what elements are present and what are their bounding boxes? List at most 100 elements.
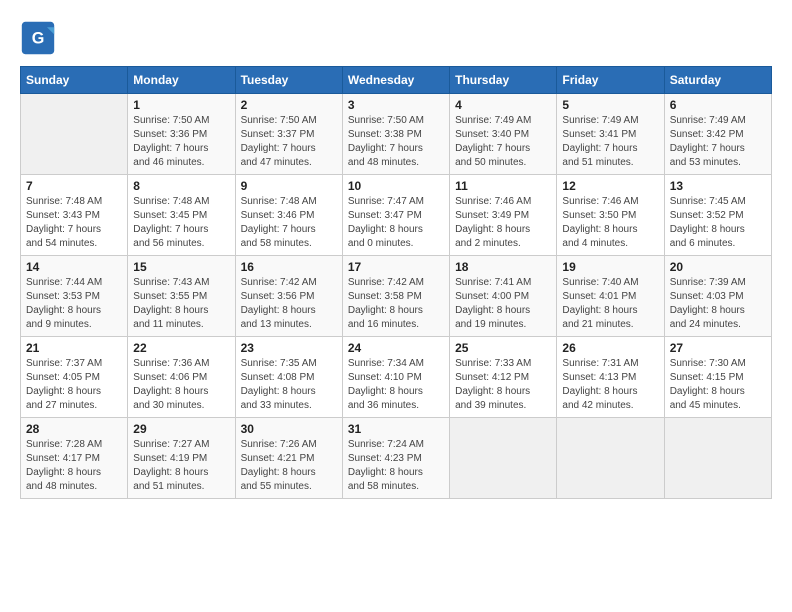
svg-text:G: G — [32, 29, 45, 47]
calendar-cell — [450, 418, 557, 499]
calendar-cell: 24 Sunrise: 7:34 AM Sunset: 4:10 PM Dayli… — [342, 337, 449, 418]
week-row-2: 7 Sunrise: 7:48 AM Sunset: 3:43 PM Daylig… — [21, 175, 772, 256]
header-cell-friday: Friday — [557, 67, 664, 94]
cell-content: Sunrise: 7:31 AM Sunset: 4:13 PM Dayligh… — [562, 357, 658, 413]
calendar-cell: 19Sunrise: 7:40 AM Sunset: 4:01 PM Dayli… — [557, 256, 664, 337]
cell-content: Sunrise: 7:34 AM Sunset: 4:10 PM Dayligh… — [348, 357, 444, 413]
day-number: 30 — [241, 422, 337, 436]
calendar-cell: 18 Sunrise: 7:41 AM Sunset: 4:00 PM Dayli… — [450, 256, 557, 337]
calendar-cell: 31 Sunrise: 7:24 AM Sunset: 4:23 PM Dayli… — [342, 418, 449, 499]
calendar-cell: 11 Sunrise: 7:46 AM Sunset: 3:49 PM Dayli… — [450, 175, 557, 256]
cell-content: Sunrise: 7:41 AM Sunset: 4:00 PM Dayligh… — [455, 276, 551, 332]
calendar-cell — [21, 94, 128, 175]
header-row: SundayMondayTuesdayWednesdayThursdayFrid… — [21, 67, 772, 94]
day-number: 8 — [133, 179, 229, 193]
cell-content: Sunrise: 7:43 AM Sunset: 3:55 PM Dayligh… — [133, 276, 229, 332]
header-cell-sunday: Sunday — [21, 67, 128, 94]
day-number: 27 — [670, 341, 766, 355]
day-number: 22 — [133, 341, 229, 355]
calendar-cell: 10Sunrise: 7:47 AM Sunset: 3:47 PM Dayli… — [342, 175, 449, 256]
calendar-cell: 9 Sunrise: 7:48 AM Sunset: 3:46 PM Daylig… — [235, 175, 342, 256]
cell-content: Sunrise: 7:44 AM Sunset: 3:53 PM Dayligh… — [26, 276, 122, 332]
day-number: 6 — [670, 98, 766, 112]
day-number: 18 — [455, 260, 551, 274]
calendar-cell: 21Sunrise: 7:37 AM Sunset: 4:05 PM Dayli… — [21, 337, 128, 418]
cell-content: Sunrise: 7:42 AM Sunset: 3:58 PM Dayligh… — [348, 276, 444, 332]
calendar-cell — [557, 418, 664, 499]
cell-content: Sunrise: 7:45 AM Sunset: 3:52 PM Dayligh… — [670, 195, 766, 251]
calendar-cell: 5 Sunrise: 7:49 AM Sunset: 3:41 PM Daylig… — [557, 94, 664, 175]
day-number: 4 — [455, 98, 551, 112]
cell-content: Sunrise: 7:48 AM Sunset: 3:45 PM Dayligh… — [133, 195, 229, 251]
cell-content: Sunrise: 7:30 AM Sunset: 4:15 PM Dayligh… — [670, 357, 766, 413]
cell-content: Sunrise: 7:46 AM Sunset: 3:49 PM Dayligh… — [455, 195, 551, 251]
calendar-cell: 6 Sunrise: 7:49 AM Sunset: 3:42 PM Daylig… — [664, 94, 771, 175]
day-number: 25 — [455, 341, 551, 355]
day-number: 10 — [348, 179, 444, 193]
cell-content: Sunrise: 7:49 AM Sunset: 3:40 PM Dayligh… — [455, 114, 551, 170]
day-number: 3 — [348, 98, 444, 112]
calendar-cell: 27 Sunrise: 7:30 AM Sunset: 4:15 PM Dayli… — [664, 337, 771, 418]
calendar-cell: 2 Sunrise: 7:50 AM Sunset: 3:37 PM Daylig… — [235, 94, 342, 175]
logo-icon: G — [20, 20, 56, 56]
day-number: 16 — [241, 260, 337, 274]
week-row-3: 14 Sunrise: 7:44 AM Sunset: 3:53 PM Dayli… — [21, 256, 772, 337]
week-row-5: 28 Sunrise: 7:28 AM Sunset: 4:17 PM Dayli… — [21, 418, 772, 499]
calendar-cell: 30 Sunrise: 7:26 AM Sunset: 4:21 PM Dayli… — [235, 418, 342, 499]
cell-content: Sunrise: 7:27 AM Sunset: 4:19 PM Dayligh… — [133, 438, 229, 494]
day-number: 26 — [562, 341, 658, 355]
calendar-cell: 14 Sunrise: 7:44 AM Sunset: 3:53 PM Dayli… — [21, 256, 128, 337]
header-cell-tuesday: Tuesday — [235, 67, 342, 94]
cell-content: Sunrise: 7:49 AM Sunset: 3:41 PM Dayligh… — [562, 114, 658, 170]
week-row-1: 1 Sunrise: 7:50 AM Sunset: 3:36 PM Daylig… — [21, 94, 772, 175]
cell-content: Sunrise: 7:36 AM Sunset: 4:06 PM Dayligh… — [133, 357, 229, 413]
calendar-cell: 23Sunrise: 7:35 AM Sunset: 4:08 PM Dayli… — [235, 337, 342, 418]
calendar-header: SundayMondayTuesdayWednesdayThursdayFrid… — [21, 67, 772, 94]
header-cell-monday: Monday — [128, 67, 235, 94]
calendar-cell: 26 Sunrise: 7:31 AM Sunset: 4:13 PM Dayli… — [557, 337, 664, 418]
cell-content: Sunrise: 7:50 AM Sunset: 3:37 PM Dayligh… — [241, 114, 337, 170]
day-number: 11 — [455, 179, 551, 193]
day-number: 2 — [241, 98, 337, 112]
day-number: 14 — [26, 260, 122, 274]
day-number: 1 — [133, 98, 229, 112]
calendar-cell: 1 Sunrise: 7:50 AM Sunset: 3:36 PM Daylig… — [128, 94, 235, 175]
calendar-cell: 13 Sunrise: 7:45 AM Sunset: 3:52 PM Dayli… — [664, 175, 771, 256]
day-number: 31 — [348, 422, 444, 436]
day-number: 5 — [562, 98, 658, 112]
cell-content: Sunrise: 7:49 AM Sunset: 3:42 PM Dayligh… — [670, 114, 766, 170]
calendar-cell: 17 Sunrise: 7:42 AM Sunset: 3:58 PM Dayli… — [342, 256, 449, 337]
cell-content: Sunrise: 7:37 AM Sunset: 4:05 PM Dayligh… — [26, 357, 122, 413]
cell-content: Sunrise: 7:48 AM Sunset: 3:46 PM Dayligh… — [241, 195, 337, 251]
day-number: 24 — [348, 341, 444, 355]
cell-content: Sunrise: 7:26 AM Sunset: 4:21 PM Dayligh… — [241, 438, 337, 494]
header-cell-wednesday: Wednesday — [342, 67, 449, 94]
cell-content: Sunrise: 7:48 AM Sunset: 3:43 PM Dayligh… — [26, 195, 122, 251]
calendar-cell: 22 Sunrise: 7:36 AM Sunset: 4:06 PM Dayli… — [128, 337, 235, 418]
cell-content: Sunrise: 7:46 AM Sunset: 3:50 PM Dayligh… — [562, 195, 658, 251]
day-number: 15 — [133, 260, 229, 274]
calendar-cell: 12Sunrise: 7:46 AM Sunset: 3:50 PM Dayli… — [557, 175, 664, 256]
cell-content: Sunrise: 7:24 AM Sunset: 4:23 PM Dayligh… — [348, 438, 444, 494]
day-number: 23 — [241, 341, 337, 355]
calendar-cell: 3Sunrise: 7:50 AM Sunset: 3:38 PM Daylig… — [342, 94, 449, 175]
cell-content: Sunrise: 7:39 AM Sunset: 4:03 PM Dayligh… — [670, 276, 766, 332]
calendar-cell: 25Sunrise: 7:33 AM Sunset: 4:12 PM Dayli… — [450, 337, 557, 418]
calendar-cell: 16Sunrise: 7:42 AM Sunset: 3:56 PM Dayli… — [235, 256, 342, 337]
day-number: 7 — [26, 179, 122, 193]
calendar-cell: 29Sunrise: 7:27 AM Sunset: 4:19 PM Dayli… — [128, 418, 235, 499]
cell-content: Sunrise: 7:28 AM Sunset: 4:17 PM Dayligh… — [26, 438, 122, 494]
day-number: 13 — [670, 179, 766, 193]
cell-content: Sunrise: 7:50 AM Sunset: 3:36 PM Dayligh… — [133, 114, 229, 170]
calendar-cell: 28 Sunrise: 7:28 AM Sunset: 4:17 PM Dayli… — [21, 418, 128, 499]
calendar-cell: 20Sunrise: 7:39 AM Sunset: 4:03 PM Dayli… — [664, 256, 771, 337]
calendar-cell: 15 Sunrise: 7:43 AM Sunset: 3:55 PM Dayli… — [128, 256, 235, 337]
header-cell-thursday: Thursday — [450, 67, 557, 94]
calendar-cell — [664, 418, 771, 499]
header-cell-saturday: Saturday — [664, 67, 771, 94]
day-number: 9 — [241, 179, 337, 193]
calendar-table: SundayMondayTuesdayWednesdayThursdayFrid… — [20, 66, 772, 499]
day-number: 17 — [348, 260, 444, 274]
calendar-cell: 7 Sunrise: 7:48 AM Sunset: 3:43 PM Daylig… — [21, 175, 128, 256]
day-number: 28 — [26, 422, 122, 436]
